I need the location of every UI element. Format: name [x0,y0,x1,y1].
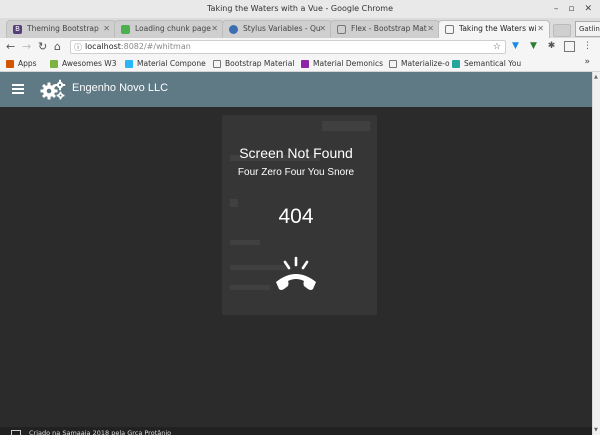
app-toolbar: Engenho Novo LLC [0,72,592,107]
bookmark-favicon-icon [50,60,58,68]
menu-hamburger-icon[interactable] [12,82,24,96]
url-path: :8082/#/whitman [120,42,191,51]
bookmark-favicon-icon [452,60,460,68]
reload-icon[interactable]: ↻ [38,40,47,54]
bootstrap-favicon-icon: B [13,25,22,34]
document-favicon-icon [337,25,346,34]
brand-title: Engenho Novo LLC [72,82,169,94]
window-title-bar: Taking the Waters with a Vue - Google Ch… [0,0,600,18]
error-code: 404 [278,205,314,228]
app-footer: Criado na Samaaia 2018 pela Grça Protâni… [0,427,592,435]
document-favicon-icon [445,25,454,34]
vue-devtools-extension-icon[interactable]: ▼ [528,41,539,52]
quasar-favicon-icon [229,25,238,34]
close-tab-icon[interactable]: ✕ [427,21,434,37]
bookmark-materialize[interactable]: Materialize-o [389,57,450,71]
menu-kebab-icon[interactable]: ⋮ [582,41,593,52]
close-tab-icon[interactable]: ✕ [103,21,110,37]
forward-arrow-icon[interactable]: → [22,40,31,54]
close-window-icon[interactable]: ✕ [584,0,592,18]
ghost-line [230,240,260,245]
bookmark-label: Material Demonics [313,59,384,68]
scroll-down-arrow-icon[interactable]: ▼ [594,427,598,433]
footer-logo-icon [11,430,21,435]
bookmark-favicon-icon [301,60,309,68]
footer-text: Criado na Samaaia 2018 pela Grça Protâni… [29,429,172,435]
vue-favicon-icon [121,25,130,34]
profile-button[interactable]: Gatlin [575,21,600,37]
bookmark-label: Material Compone [137,59,206,68]
document-icon [389,60,397,68]
phone-hangup-icon [276,256,316,290]
scroll-up-arrow-icon[interactable]: ▲ [594,74,598,80]
close-tab-icon[interactable]: ✕ [211,21,218,37]
document-icon [213,60,221,68]
bookmarks-bar: Apps Awesomes W3 Material Compone Bootst… [0,56,600,72]
bookmark-label: Bootstrap Material [225,59,295,68]
tab-label: Theming Bootstrap [27,24,99,33]
bookmark-star-icon[interactable]: ☆ [493,41,501,53]
info-icon[interactable]: ⓘ [74,42,82,54]
bookmark-label: Materialize-o [401,59,450,68]
bookmarks-overflow-icon[interactable]: » [584,57,590,67]
tab-label: Stylus Variables - Qu [243,24,321,33]
tab-strip: B Theming Bootstrap ✕ Loading chunk page… [0,18,600,38]
tab-label: Loading chunk page [135,24,211,33]
tab-loading-chunk[interactable]: Loading chunk page ✕ [114,20,224,38]
extension-icon[interactable]: ✱ [546,41,557,52]
gears-logo-icon [40,79,66,100]
bookmark-material-demonics[interactable]: Material Demonics [301,57,383,71]
url-host: localhost [85,42,121,51]
tab-taking-the-waters[interactable]: Taking the Waters wi ✕ [438,20,550,38]
tab-label: Taking the Waters wi [459,24,537,33]
ghost-button [322,121,370,131]
back-arrow-icon[interactable]: ← [6,40,15,54]
bookmark-label: Semantical You [464,59,522,68]
bookmark-material-components[interactable]: Material Compone [125,57,206,71]
maximize-icon[interactable]: ▫ [568,0,574,18]
tab-flex-bootstrap[interactable]: Flex - Bootstrap Mat ✕ [330,20,440,38]
ghost-line [230,285,270,290]
address-bar[interactable]: ⓘ localhost:8082/#/whitman ☆ [70,40,506,54]
close-tab-icon[interactable]: ✕ [537,21,544,37]
bookmark-label: Awesomes W3 [62,59,117,68]
page-scrollbar[interactable]: ▲ ▼ [592,72,600,435]
bookmark-favicon-icon [125,60,133,68]
extension-box-icon[interactable] [564,41,575,52]
error-subtitle: Four Zero Four You Snore [237,167,355,178]
home-icon[interactable]: ⌂ [54,40,61,54]
bookmark-apps[interactable]: Apps [6,57,37,71]
apps-grid-icon [6,60,14,68]
tab-theming-bootstrap[interactable]: B Theming Bootstrap ✕ [6,20,116,38]
new-tab-button[interactable] [553,24,571,37]
error-title: Screen Not Found [239,145,353,161]
browser-toolbar: ← → ↻ ⌂ ⓘ localhost:8082/#/whitman ☆ ▼ ▼… [0,38,600,56]
window-title: Taking the Waters with a Vue - Google Ch… [206,4,394,13]
vuetify-extension-icon[interactable]: ▼ [510,41,521,52]
window-controls: – ▫ ✕ [554,0,592,18]
bookmark-label: Apps [18,59,37,68]
close-tab-icon[interactable]: ✕ [319,21,326,37]
tab-stylus-variables[interactable]: Stylus Variables - Qu ✕ [222,20,332,38]
minimize-icon[interactable]: – [554,0,559,18]
bookmark-semantical[interactable]: Semantical You [452,57,521,71]
bookmark-bootstrap-material[interactable]: Bootstrap Material [213,57,294,71]
tab-label: Flex - Bootstrap Mat [351,24,427,33]
bookmark-awesomes[interactable]: Awesomes W3 [50,57,116,71]
